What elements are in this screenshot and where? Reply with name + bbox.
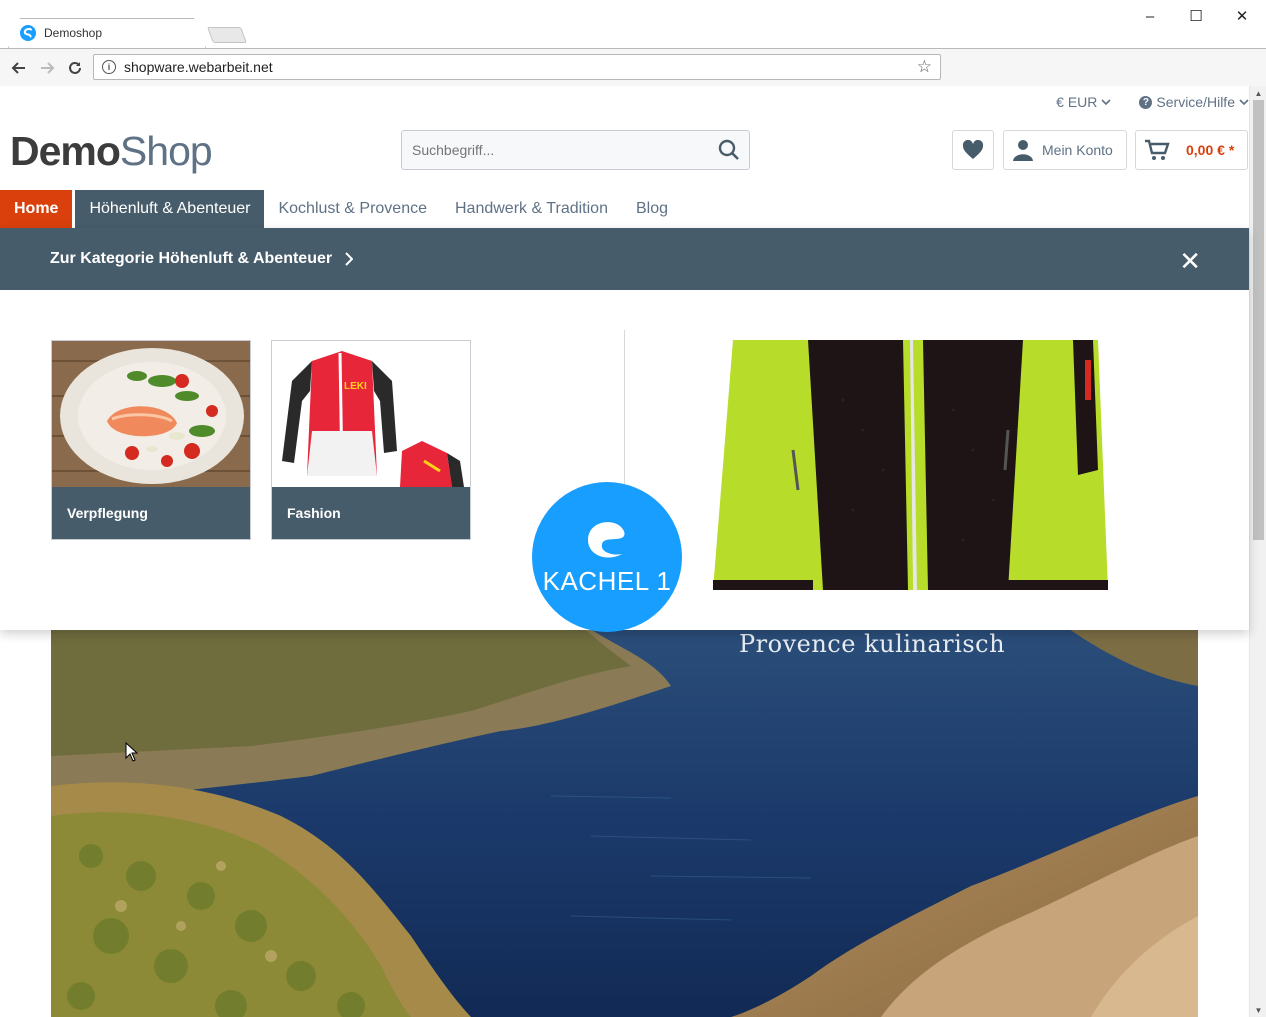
url-text[interactable]: shopware.webarbeit.net — [124, 59, 917, 75]
chevron-right-icon — [345, 252, 354, 266]
service-label: Service/Hilfe — [1156, 94, 1235, 110]
food-image — [52, 341, 250, 487]
search-box — [401, 130, 750, 170]
kachel-text: KACHEL 1 — [542, 565, 672, 596]
cart-button[interactable]: 0,00 € * — [1135, 130, 1248, 170]
shopware-logo-icon — [588, 521, 625, 558]
category-card-verpflegung[interactable]: Verpflegung — [51, 340, 251, 540]
chevron-down-icon — [1239, 99, 1249, 106]
page-scrollbar[interactable]: ▲ ▼ — [1249, 86, 1266, 1017]
jacket-image: LEKI — [272, 341, 470, 487]
top-service-bar: € EUR ? Service/Hilfe — [1056, 92, 1249, 112]
forward-arrow-icon[interactable] — [36, 57, 58, 79]
nav-item-home[interactable]: Home — [0, 190, 73, 228]
nav-item-handwerk[interactable]: Handwerk & Tradition — [441, 190, 622, 228]
tab-title: Demoshop — [44, 26, 103, 40]
cart-icon — [1145, 139, 1170, 160]
back-arrow-icon[interactable] — [8, 57, 30, 79]
question-icon: ? — [1139, 95, 1153, 109]
category-label-verpflegung: Verpflegung — [52, 487, 250, 539]
currency-label: € EUR — [1056, 94, 1098, 110]
close-icon[interactable]: ✕ — [1179, 246, 1201, 277]
mouse-cursor-icon — [125, 742, 139, 762]
category-card-fashion[interactable]: LEKI Fashion — [271, 340, 471, 540]
logo-demo-text: Demo — [10, 128, 121, 174]
category-label-fashion: Fashion — [272, 487, 470, 539]
category-flyout: Zur Kategorie Höhenluft & Abenteuer ✕ Ve… — [0, 228, 1249, 762]
minimize-button[interactable]: – — [1130, 6, 1170, 26]
maximize-button[interactable]: ☐ — [1176, 6, 1216, 26]
flyout-divider — [624, 330, 625, 490]
nav-item-kochlust[interactable]: Kochlust & Provence — [264, 190, 441, 228]
hero-banner[interactable]: Provence kulinarisch — [51, 616, 1198, 1017]
chevron-down-icon — [1101, 99, 1111, 106]
user-icon — [1013, 140, 1033, 161]
kachel-badge: KACHEL 1 — [532, 482, 682, 632]
bookmark-star-icon[interactable]: ☆ — [917, 57, 932, 77]
category-link-label: Zur Kategorie Höhenluft & Abenteuer — [50, 250, 333, 267]
search-icon — [718, 139, 739, 160]
cart-amount: 0,00 € * — [1186, 142, 1235, 158]
banner-title: Provence kulinarisch — [739, 630, 1006, 658]
landscape-image — [51, 616, 1198, 1017]
reload-icon[interactable] — [64, 57, 86, 79]
nav-item-hoehenluft[interactable]: Höhenluft & Abenteuer — [75, 190, 265, 228]
scroll-up-icon[interactable]: ▲ — [1250, 86, 1266, 100]
shop-logo[interactable]: DemoShop — [10, 128, 213, 175]
nav-item-blog[interactable]: Blog — [622, 190, 682, 228]
shopware-favicon-icon — [20, 25, 36, 41]
new-tab-button[interactable] — [207, 27, 247, 43]
category-teaser-image[interactable] — [713, 340, 1124, 590]
info-icon[interactable]: i — [102, 60, 116, 74]
main-navigation: Home Höhenluft & Abenteuer Kochlust & Pr… — [0, 190, 1249, 228]
search-button[interactable] — [709, 131, 749, 169]
search-input[interactable] — [402, 142, 709, 158]
browser-toolbar: i shopware.webarbeit.net ☆ — [0, 48, 1266, 86]
close-window-button[interactable]: ✕ — [1222, 6, 1262, 26]
account-label: Mein Konto — [1042, 142, 1113, 158]
wishlist-button[interactable] — [952, 130, 994, 170]
page-viewport: € EUR ? Service/Hilfe DemoShop Mein Kont… — [0, 86, 1266, 1017]
scroll-down-icon[interactable]: ▼ — [1250, 1003, 1266, 1017]
tab-content[interactable]: Demoshop — [20, 18, 200, 48]
logo-shop-text: Shop — [119, 128, 213, 174]
category-link[interactable]: Zur Kategorie Höhenluft & Abenteuer — [50, 250, 354, 268]
address-bar[interactable]: i shopware.webarbeit.net ☆ — [93, 54, 941, 80]
service-menu[interactable]: ? Service/Hilfe — [1139, 92, 1249, 112]
account-button[interactable]: Mein Konto — [1003, 130, 1127, 170]
currency-select[interactable]: € EUR — [1056, 92, 1111, 112]
flyout-header: Zur Kategorie Höhenluft & Abenteuer ✕ — [0, 228, 1249, 290]
scrollbar-thumb[interactable] — [1253, 100, 1264, 540]
tab-strip: Demoshop – ☐ ✕ — [0, 0, 1266, 48]
browser-chrome: Demoshop – ☐ ✕ i shopware.webarbeit.net … — [0, 0, 1266, 86]
jacket-brand-text: LEKI — [344, 381, 367, 392]
heart-icon — [962, 140, 984, 159]
